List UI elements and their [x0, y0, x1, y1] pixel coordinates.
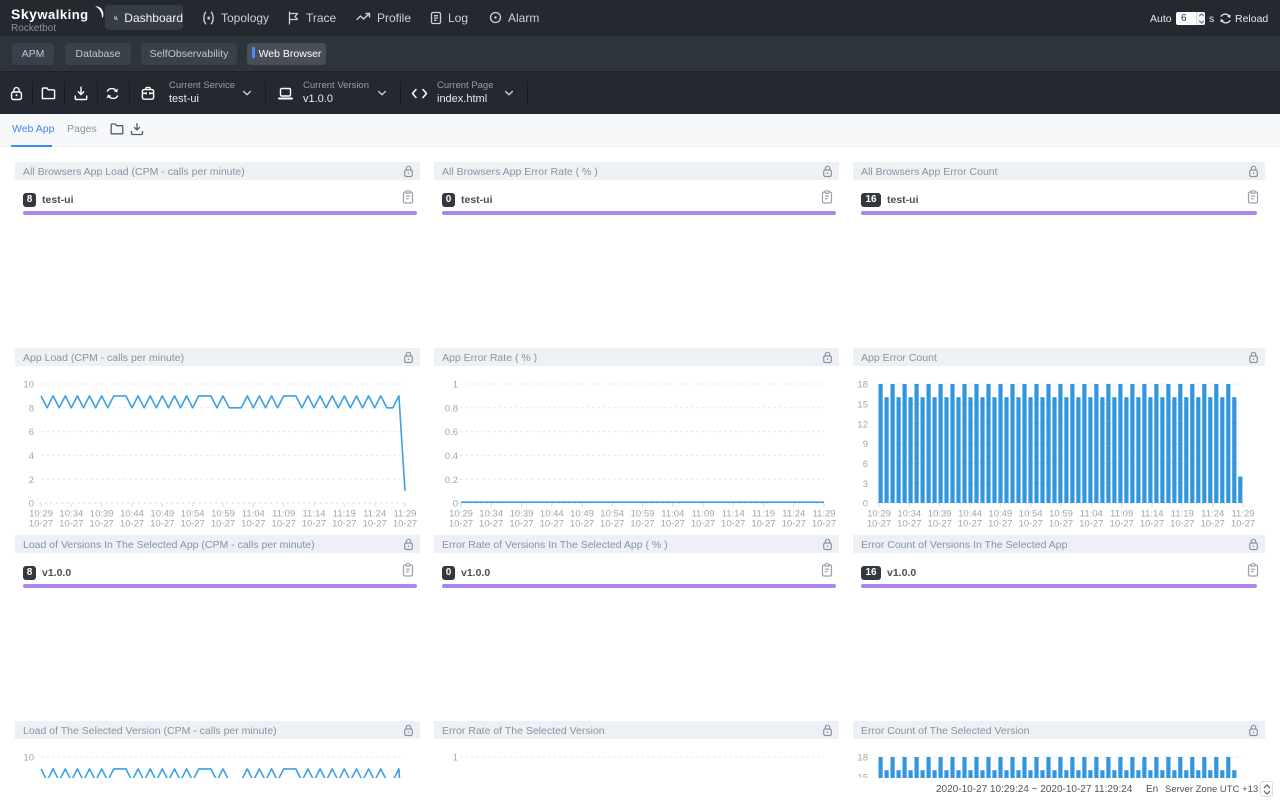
- svg-text:10-27: 10-27: [897, 519, 921, 530]
- svg-text:10-27: 10-27: [721, 519, 745, 530]
- svg-text:10-27: 10-27: [479, 519, 503, 530]
- svg-text:10-27: 10-27: [691, 519, 715, 530]
- svg-text:10-27: 10-27: [600, 519, 624, 530]
- svg-text:10-27: 10-27: [1110, 519, 1134, 530]
- svg-text:10-27: 10-27: [1049, 519, 1073, 530]
- svg-text:0.2: 0.2: [445, 475, 458, 486]
- svg-text:0.4: 0.4: [445, 451, 458, 462]
- svg-text:10-27: 10-27: [59, 519, 83, 530]
- svg-text:10-27: 10-27: [393, 519, 417, 530]
- svg-text:1: 1: [453, 380, 458, 391]
- svg-text:0.8: 0.8: [445, 403, 458, 414]
- svg-text:10-27: 10-27: [90, 519, 114, 530]
- svg-text:10-27: 10-27: [782, 519, 806, 530]
- svg-text:10-27: 10-27: [1201, 519, 1225, 530]
- svg-text:10-27: 10-27: [1140, 519, 1164, 530]
- svg-text:2: 2: [29, 475, 34, 486]
- svg-text:10-27: 10-27: [29, 519, 53, 530]
- svg-text:10-27: 10-27: [332, 519, 356, 530]
- svg-text:18: 18: [857, 753, 868, 764]
- svg-text:10-27: 10-27: [570, 519, 594, 530]
- svg-text:10-27: 10-27: [241, 519, 265, 530]
- svg-text:10-27: 10-27: [630, 519, 654, 530]
- svg-text:10-27: 10-27: [211, 519, 235, 530]
- svg-text:12: 12: [857, 419, 868, 430]
- svg-text:4: 4: [29, 451, 34, 462]
- svg-text:10-27: 10-27: [1170, 519, 1194, 530]
- svg-text:10-27: 10-27: [302, 519, 326, 530]
- svg-text:10-27: 10-27: [181, 519, 205, 530]
- svg-text:18: 18: [857, 380, 868, 391]
- svg-text:10-27: 10-27: [449, 519, 473, 530]
- svg-text:10-27: 10-27: [661, 519, 685, 530]
- svg-text:10-27: 10-27: [120, 519, 144, 530]
- svg-text:10: 10: [23, 753, 34, 764]
- svg-text:10-27: 10-27: [928, 519, 952, 530]
- svg-text:6: 6: [863, 459, 868, 470]
- svg-text:3: 3: [863, 479, 868, 490]
- svg-text:8: 8: [29, 403, 34, 414]
- svg-text:10-27: 10-27: [1019, 519, 1043, 530]
- svg-text:10-27: 10-27: [1079, 519, 1103, 530]
- svg-text:1: 1: [453, 753, 458, 764]
- svg-text:10: 10: [23, 380, 34, 391]
- svg-text:0.6: 0.6: [445, 427, 458, 438]
- svg-text:10-27: 10-27: [867, 519, 891, 530]
- svg-text:10-27: 10-27: [272, 519, 296, 530]
- svg-text:15: 15: [857, 399, 868, 410]
- svg-text:10-27: 10-27: [509, 519, 533, 530]
- svg-text:10-27: 10-27: [988, 519, 1012, 530]
- svg-text:10-27: 10-27: [540, 519, 564, 530]
- svg-text:6: 6: [29, 427, 34, 438]
- svg-text:10-27: 10-27: [1231, 519, 1255, 530]
- svg-text:10-27: 10-27: [751, 519, 775, 530]
- svg-text:9: 9: [863, 439, 868, 450]
- svg-text:10-27: 10-27: [150, 519, 174, 530]
- svg-text:10-27: 10-27: [363, 519, 387, 530]
- svg-text:10-27: 10-27: [812, 519, 836, 530]
- svg-text:10-27: 10-27: [958, 519, 982, 530]
